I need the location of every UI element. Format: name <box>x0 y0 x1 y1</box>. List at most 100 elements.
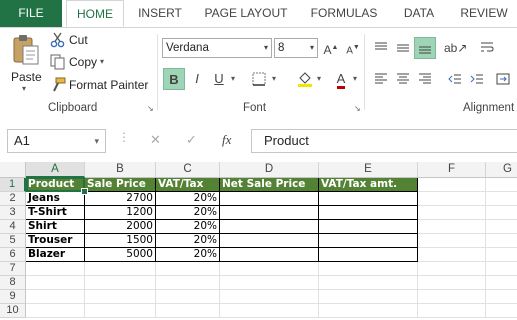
increase-font-size-icon[interactable]: A▲ <box>320 37 342 59</box>
cell-c4[interactable]: 20% <box>156 220 220 234</box>
cell-b9[interactable] <box>85 290 156 304</box>
cell-d3[interactable] <box>220 206 319 220</box>
tab-file[interactable]: FILE <box>0 0 62 27</box>
increase-indent-button[interactable] <box>466 68 488 90</box>
cell-c5[interactable]: 20% <box>156 234 220 248</box>
cell-f2[interactable] <box>418 192 486 206</box>
row-header-5[interactable]: 5 <box>0 234 26 248</box>
cell-f3[interactable] <box>418 206 486 220</box>
format-painter-button[interactable]: Format Painter <box>50 76 152 94</box>
cell-d10[interactable] <box>220 304 319 318</box>
cell-e10[interactable] <box>319 304 418 318</box>
cell-b7[interactable] <box>85 262 156 276</box>
cell-c3[interactable]: 20% <box>156 206 220 220</box>
font-color-button[interactable]: A <box>330 68 352 90</box>
font-name-select[interactable]: Verdana ▾ <box>162 38 272 58</box>
cell-d7[interactable] <box>220 262 319 276</box>
cell-f4[interactable] <box>418 220 486 234</box>
cell-d6[interactable] <box>220 248 319 262</box>
cell-e2[interactable] <box>319 192 418 206</box>
cell-f5[interactable] <box>418 234 486 248</box>
cell-c8[interactable] <box>156 276 220 290</box>
name-box[interactable]: A1 ▾ <box>7 129 106 153</box>
cell-a10[interactable] <box>26 304 85 318</box>
borders-button[interactable] <box>248 68 270 90</box>
bold-button[interactable]: B <box>163 68 185 90</box>
align-right-button[interactable] <box>414 68 436 90</box>
cell-b8[interactable] <box>85 276 156 290</box>
copy-button[interactable]: Copy ▾ <box>50 53 110 71</box>
cell-d2[interactable] <box>220 192 319 206</box>
cell-a9[interactable] <box>26 290 85 304</box>
formula-input[interactable]: Product <box>251 129 517 153</box>
cell-a6[interactable]: Blazer <box>26 248 85 262</box>
cell-d9[interactable] <box>220 290 319 304</box>
cell-c6[interactable]: 20% <box>156 248 220 262</box>
cell-d8[interactable] <box>220 276 319 290</box>
cell-f6[interactable] <box>418 248 486 262</box>
cell-f10[interactable] <box>418 304 486 318</box>
cell-e3[interactable] <box>319 206 418 220</box>
cell-g8[interactable] <box>486 276 517 290</box>
italic-button[interactable]: I <box>186 68 208 90</box>
cancel-icon[interactable]: ✕ <box>150 132 161 148</box>
cell-f7[interactable] <box>418 262 486 276</box>
row-header-6[interactable]: 6 <box>0 248 26 262</box>
row-header-4[interactable]: 4 <box>0 220 26 234</box>
tab-formulas[interactable]: FORMULAS <box>306 0 382 27</box>
cell-e9[interactable] <box>319 290 418 304</box>
cell-g7[interactable] <box>486 262 517 276</box>
cell-e4[interactable] <box>319 220 418 234</box>
cell-a8[interactable] <box>26 276 85 290</box>
cell-c9[interactable] <box>156 290 220 304</box>
cell-g6[interactable] <box>486 248 517 262</box>
cell-b3[interactable]: 1200 <box>85 206 156 220</box>
cell-g3[interactable] <box>486 206 517 220</box>
cell-b1[interactable]: Sale Price <box>85 178 156 192</box>
cell-g9[interactable] <box>486 290 517 304</box>
cell-f8[interactable] <box>418 276 486 290</box>
cell-g4[interactable] <box>486 220 517 234</box>
fill-color-button[interactable] <box>294 68 316 90</box>
cell-a2[interactable]: Jeans <box>26 192 85 206</box>
cell-e1[interactable]: VAT/Tax amt. <box>319 178 418 192</box>
middle-align-button[interactable] <box>392 37 414 59</box>
wrap-text-button[interactable] <box>476 37 498 59</box>
cell-d1[interactable]: Net Sale Price <box>220 178 319 192</box>
paste-button[interactable]: Paste ▾ <box>8 32 44 94</box>
cell-a7[interactable] <box>26 262 85 276</box>
tab-insert[interactable]: INSERT <box>134 0 186 27</box>
row-header-9[interactable]: 9 <box>0 290 26 304</box>
clipboard-launcher-icon[interactable]: ↘ <box>147 105 155 113</box>
top-align-button[interactable] <box>370 37 392 59</box>
bottom-align-button[interactable] <box>414 37 436 59</box>
column-header-f[interactable]: F <box>418 162 486 178</box>
cell-e7[interactable] <box>319 262 418 276</box>
cell-c7[interactable] <box>156 262 220 276</box>
row-header-2[interactable]: 2 <box>0 192 26 206</box>
font-size-select[interactable]: 8 ▾ <box>274 38 318 58</box>
cell-a3[interactable]: T-Shirt <box>26 206 85 220</box>
cell-e6[interactable] <box>319 248 418 262</box>
column-header-b[interactable]: B <box>85 162 156 178</box>
cell-c1[interactable]: VAT/Tax <box>156 178 220 192</box>
cell-e8[interactable] <box>319 276 418 290</box>
cell-a5[interactable]: Trouser <box>26 234 85 248</box>
cell-b6[interactable]: 5000 <box>85 248 156 262</box>
decrease-font-size-icon[interactable]: A▼ <box>342 37 364 59</box>
font-launcher-icon[interactable]: ↘ <box>354 105 362 113</box>
row-header-7[interactable]: 7 <box>0 262 26 276</box>
column-header-c[interactable]: C <box>156 162 220 178</box>
tab-data[interactable]: DATA <box>396 0 442 27</box>
decrease-indent-button[interactable] <box>444 68 466 90</box>
tab-home[interactable]: HOME <box>66 0 124 27</box>
cell-g5[interactable] <box>486 234 517 248</box>
cell-d4[interactable] <box>220 220 319 234</box>
row-header-10[interactable]: 10 <box>0 304 26 318</box>
cell-f9[interactable] <box>418 290 486 304</box>
cut-button[interactable]: Cut <box>50 31 96 49</box>
column-header-a[interactable]: A <box>26 162 85 178</box>
row-header-3[interactable]: 3 <box>0 206 26 220</box>
tab-review[interactable]: REVIEW <box>456 0 512 27</box>
cell-c2[interactable]: 20% <box>156 192 220 206</box>
